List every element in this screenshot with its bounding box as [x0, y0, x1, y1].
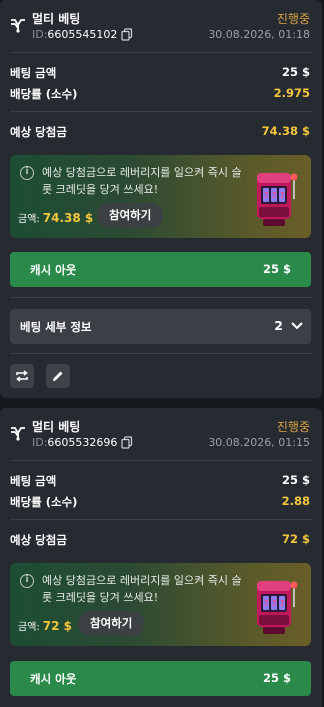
- divider: [10, 519, 312, 520]
- cashout-amount: 25 $: [262, 671, 291, 685]
- potential-win-value: 74.38 $: [261, 124, 310, 138]
- slot-machine-icon: 7 7 7: [257, 173, 298, 226]
- join-button[interactable]: 참여하기: [78, 611, 145, 636]
- stake-label: 베팅 금액: [10, 66, 57, 80]
- promo-text: 예상 당첨금으로 레버리지를 일으켜 즉시 슬롯 크레딧을 당겨 쓰세요!: [42, 574, 242, 604]
- info-icon: i: [20, 166, 34, 180]
- svg-text:7: 7: [271, 599, 276, 608]
- bet-card: 멀티 베팅 ID: 6605545102 진행중 30.08.2026, 01:…: [0, 0, 322, 398]
- odds-label: 배당률 (소수): [10, 495, 78, 509]
- odds-value: 2.88: [281, 494, 310, 508]
- bet-status: 진행중: [276, 12, 310, 26]
- divider: [10, 52, 312, 53]
- copy-icon[interactable]: [121, 28, 133, 41]
- potential-win-label: 예상 당첨금: [10, 533, 67, 547]
- bet-title: 멀티 베팅: [32, 12, 81, 26]
- bet-card: 멀티 베팅 ID: 6605532696 진행중 30.08.2026, 01:…: [0, 408, 322, 707]
- bet-title: 멀티 베팅: [32, 420, 81, 434]
- slot-machine-icon: 7 7 7: [257, 581, 298, 634]
- bet-id-label: ID:: [32, 28, 48, 41]
- divider: [10, 111, 312, 112]
- divider: [10, 460, 312, 461]
- bet-details-toggle[interactable]: 베팅 세부 정보 2: [10, 309, 311, 344]
- details-count: 2: [274, 318, 283, 333]
- svg-text:7: 7: [263, 599, 268, 608]
- chevron-down-icon: [291, 322, 303, 330]
- multi-bet-icon: [11, 19, 25, 33]
- stake-value: 25 $: [281, 65, 310, 79]
- copy-icon[interactable]: [121, 436, 133, 449]
- cashout-amount: 25 $: [262, 262, 291, 276]
- details-label: 베팅 세부 정보: [20, 320, 92, 334]
- info-icon: i: [20, 574, 34, 588]
- promo-amount-value: 74.38 $: [42, 210, 94, 225]
- cashout-label: 캐시 아웃: [30, 672, 77, 686]
- bet-id-label: ID:: [32, 436, 48, 449]
- edit-bet-button[interactable]: [46, 364, 70, 388]
- repeat-bet-button[interactable]: [10, 364, 34, 388]
- promo-amount-label: 금액:: [18, 622, 40, 633]
- slot-credit-promo: i 예상 당첨금으로 레버리지를 일으켜 즉시 슬롯 크레딧을 당겨 쓰세요! …: [10, 155, 311, 238]
- svg-text:7: 7: [271, 191, 276, 200]
- promo-amount: 금액: 74.38 $: [18, 210, 94, 226]
- divider: [10, 297, 312, 298]
- cashout-button[interactable]: 캐시 아웃 25 $: [10, 252, 311, 287]
- repeat-icon: [16, 370, 28, 382]
- cashout-button[interactable]: 캐시 아웃 25 $: [10, 661, 311, 696]
- join-button[interactable]: 참여하기: [97, 203, 164, 228]
- promo-amount-value: 72 $: [42, 618, 73, 633]
- svg-text:7: 7: [279, 191, 284, 200]
- multi-bet-icon: [11, 427, 25, 441]
- promo-amount: 금액: 72 $: [18, 618, 73, 634]
- divider: [10, 353, 312, 354]
- promo-text: 예상 당첨금으로 레버리지를 일으켜 즉시 슬롯 크레딧을 당겨 쓰세요!: [42, 166, 242, 196]
- bet-date: 30.08.2026, 01:18: [208, 28, 310, 41]
- cashout-label: 캐시 아웃: [30, 263, 77, 277]
- promo-amount-label: 금액:: [18, 214, 40, 225]
- odds-label: 배당률 (소수): [10, 87, 78, 101]
- svg-text:7: 7: [279, 599, 284, 608]
- stake-label: 베팅 금액: [10, 474, 57, 488]
- slot-credit-promo: i 예상 당첨금으로 레버리지를 일으켜 즉시 슬롯 크레딧을 당겨 쓰세요! …: [10, 563, 311, 646]
- bet-id-value: 6605532696: [47, 436, 118, 449]
- bet-id: ID: 6605532696: [32, 436, 133, 449]
- bet-id: ID: 6605545102: [32, 28, 133, 41]
- potential-win-value: 72 $: [281, 532, 310, 546]
- bet-status: 진행중: [276, 420, 310, 434]
- stake-value: 25 $: [281, 473, 310, 487]
- bet-id-value: 6605545102: [47, 28, 118, 41]
- edit-pencil-icon: [53, 371, 63, 381]
- bet-date: 30.08.2026, 01:15: [208, 436, 310, 449]
- potential-win-label: 예상 당첨금: [10, 125, 67, 139]
- odds-value: 2.975: [273, 86, 310, 100]
- svg-text:7: 7: [263, 191, 268, 200]
